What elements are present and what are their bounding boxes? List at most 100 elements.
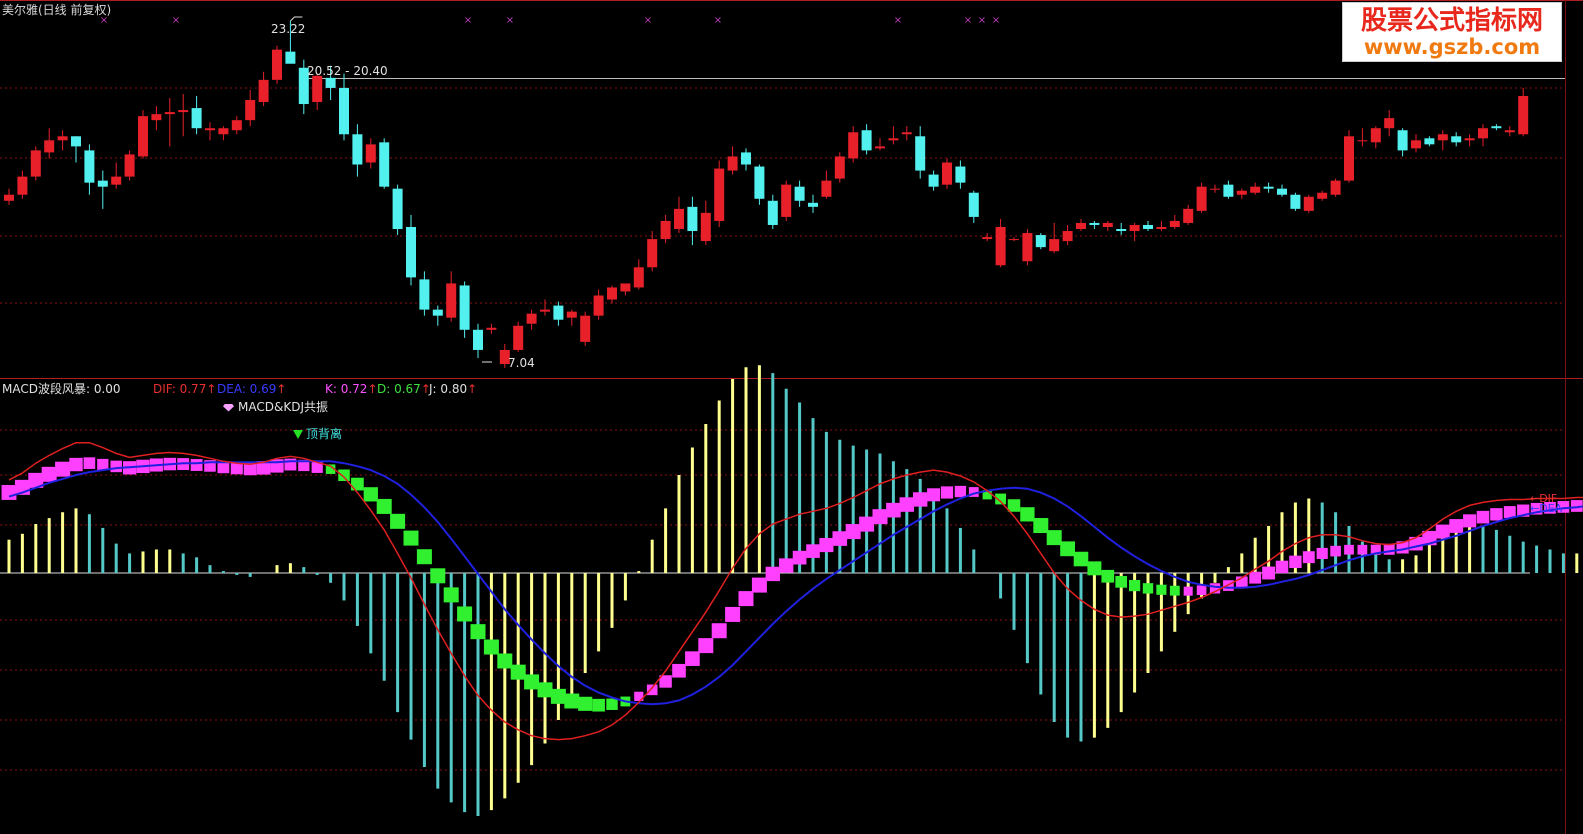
low-price-label: 7.04 xyxy=(508,356,535,370)
kdj-block-down xyxy=(1156,584,1167,595)
kdj-block-up xyxy=(1196,585,1207,596)
kdj-block-up xyxy=(1503,506,1516,518)
candle-down xyxy=(861,130,872,151)
kdj-block-down xyxy=(1142,583,1154,594)
signal-marker: × xyxy=(964,15,972,26)
signal-marker: × xyxy=(172,15,180,26)
resonance-label: MACD&KDJ共振 xyxy=(223,400,328,414)
candle-up xyxy=(1437,134,1448,141)
candle-down xyxy=(432,309,443,316)
kdj-block-up xyxy=(1262,566,1276,580)
kdj-block-up xyxy=(927,488,941,502)
candle-up xyxy=(848,132,859,159)
candle-up xyxy=(1330,180,1341,195)
candle-up xyxy=(540,309,550,312)
candle-up xyxy=(1303,196,1314,211)
dea-arrow: ↑ xyxy=(276,382,287,396)
kdj-block-down xyxy=(443,587,459,603)
signal-marker: × xyxy=(894,15,902,26)
d-value: D: 0.67 xyxy=(377,382,421,396)
candle-up xyxy=(17,176,28,195)
candle-down xyxy=(1451,136,1462,143)
kdj-block-down xyxy=(483,639,499,655)
candle-down xyxy=(473,329,483,350)
candle-up xyxy=(995,226,1006,266)
kdj-block-up xyxy=(97,458,109,471)
candle-up xyxy=(365,144,376,163)
candle-up xyxy=(1504,130,1515,133)
candle-up xyxy=(258,79,269,103)
candle-up xyxy=(513,325,524,350)
kdj-block-up xyxy=(110,460,122,473)
candle-up xyxy=(647,239,658,268)
k-value: K: 0.72 xyxy=(325,382,368,396)
candle-down xyxy=(915,136,926,171)
kdj-block-up xyxy=(819,538,834,553)
candle-up xyxy=(151,114,162,121)
candle-up xyxy=(1169,220,1180,227)
kdj-block-up xyxy=(779,558,794,573)
kdj-block-up xyxy=(1357,544,1368,555)
kdj-block-down xyxy=(390,513,406,529)
kdj-block-down xyxy=(1033,518,1049,534)
kdj-block-up xyxy=(913,492,928,507)
dif-readout: DIF: 0.77↑ xyxy=(153,382,216,396)
candle-down xyxy=(1116,229,1127,232)
kdj-block-up xyxy=(711,623,727,639)
candle-up xyxy=(111,176,122,185)
down-triangle-icon xyxy=(293,430,303,439)
candle-down xyxy=(1424,138,1435,145)
kdj-block-up xyxy=(83,457,96,469)
candle-up xyxy=(124,154,135,177)
candle-down xyxy=(1277,188,1287,195)
d-readout: D: 0.67↑ xyxy=(377,382,431,396)
kdj-block-up xyxy=(765,566,780,582)
signal-marker: × xyxy=(644,15,652,26)
candle-down xyxy=(419,279,430,310)
kdj-block-up xyxy=(1289,555,1302,569)
kdj-block-up xyxy=(698,638,714,654)
kdj-block-up xyxy=(672,663,686,678)
candle-down xyxy=(406,226,416,278)
kdj-block-up xyxy=(832,531,848,546)
candle-down xyxy=(1397,130,1408,151)
signal-marker: × xyxy=(992,15,1000,26)
candle-up xyxy=(446,283,457,318)
dif-arrow: ↑ xyxy=(206,382,217,396)
dea-line-tag: ←DEA xyxy=(1530,502,1563,515)
candle-up xyxy=(1464,138,1475,141)
dif-value: DIF: 0.77 xyxy=(153,382,207,396)
candle-down xyxy=(1290,194,1301,209)
candle-up xyxy=(312,75,323,103)
watermark-url: www.gszb.com xyxy=(1363,35,1541,59)
kdj-block-up xyxy=(190,459,203,471)
kdj-block-down xyxy=(606,698,618,710)
candle-up xyxy=(714,168,725,221)
kdj-block-down xyxy=(497,653,513,669)
kdj-block-down xyxy=(510,664,526,680)
candle-up xyxy=(607,287,617,300)
candle-up xyxy=(1384,118,1395,129)
candle-down xyxy=(379,142,390,187)
candle-up xyxy=(526,313,537,324)
kdj-block-down xyxy=(376,498,392,514)
candle-up xyxy=(1156,226,1167,230)
candle-up xyxy=(1317,192,1328,199)
kdj-block-down xyxy=(524,674,540,690)
candle-down xyxy=(767,200,778,225)
candle-down xyxy=(84,150,95,183)
kdj-block-down xyxy=(1060,541,1076,557)
candle-down xyxy=(325,77,336,88)
kdj-block-up xyxy=(738,591,754,607)
kdj-block-down xyxy=(550,688,566,704)
kdj-block-up xyxy=(1,485,17,500)
kdj-block-down xyxy=(363,487,378,502)
candle-up xyxy=(888,138,899,141)
kdj-block-down xyxy=(457,606,473,622)
candle-down xyxy=(955,166,966,183)
candle-up xyxy=(1411,140,1421,149)
candle-down xyxy=(459,285,470,330)
kdj-block-up xyxy=(725,606,741,622)
kdj-block-up xyxy=(1476,510,1490,524)
kdj-block-up xyxy=(1463,514,1477,528)
